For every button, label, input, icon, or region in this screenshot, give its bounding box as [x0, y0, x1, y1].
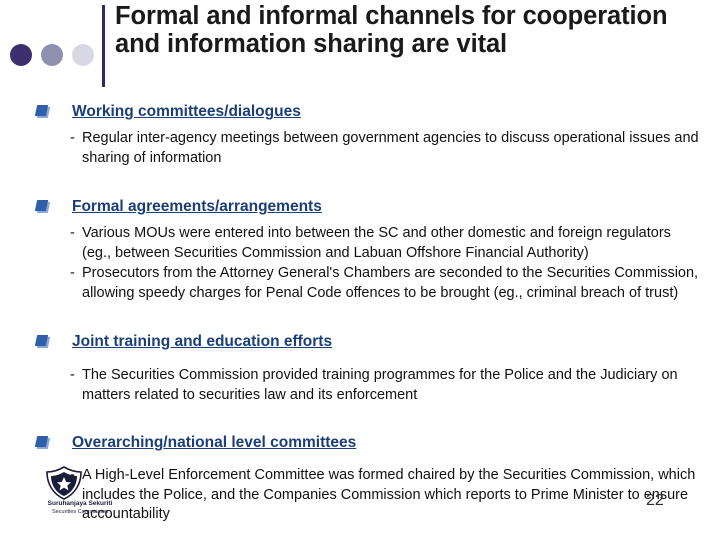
- square-bullet-icon: [34, 436, 51, 449]
- square-bullet-icon: [34, 200, 51, 213]
- circle-icon-mid: [41, 44, 63, 66]
- list-item-text: Regular inter-agency meetings between go…: [82, 130, 699, 166]
- circle-icon-light: [72, 44, 94, 66]
- logo-line-1: Suruhanjaya Sekuriti: [47, 500, 113, 507]
- list-item-text: The Securities Commission provided train…: [82, 367, 678, 403]
- bullet-heading: Working committees/dialogues: [72, 103, 301, 120]
- square-bullet-icon: [34, 105, 51, 118]
- decorative-circles: [10, 44, 94, 66]
- organization-logo: Suruhanjaya Sekuriti Securities Commissi…: [26, 466, 134, 516]
- title-area: Formal and informal channels for coopera…: [0, 0, 720, 96]
- bullet-heading: Overarching/national level committees: [72, 434, 357, 451]
- square-bullet-icon: [34, 335, 51, 348]
- bullet-heading: Joint training and education efforts: [72, 333, 333, 350]
- logo-wordmark: Suruhanjaya Sekuriti Securities Commissi…: [26, 500, 134, 516]
- sub-bullet-list: - Regular inter-agency meetings between …: [0, 129, 720, 168]
- list-item: - Prosecutors from the Attorney General'…: [70, 264, 700, 303]
- bullet-heading-row: Working committees/dialogues: [0, 103, 720, 123]
- logo-line-2: Securities Commission: [52, 509, 108, 515]
- bullet-block: Joint training and education efforts - T…: [0, 333, 720, 405]
- bullet-heading-row: Joint training and education efforts: [0, 333, 720, 353]
- bullet-heading-row: Formal agreements/arrangements: [0, 198, 720, 218]
- page-number: 22: [646, 492, 664, 509]
- title-vertical-rule: [102, 5, 105, 87]
- dash-marker: -: [70, 130, 75, 146]
- list-item: - Various MOUs were entered into between…: [70, 224, 700, 263]
- sub-bullet-list: - Various MOUs were entered into between…: [0, 224, 720, 303]
- sub-bullet-list: - The Securities Commission provided tra…: [0, 366, 720, 405]
- crest-icon: [44, 466, 84, 500]
- bullet-block: Formal agreements/arrangements - Various…: [0, 198, 720, 303]
- bullet-heading: Formal agreements/arrangements: [72, 198, 322, 215]
- list-item-text: A High-Level Enforcement Committee was f…: [82, 467, 696, 522]
- list-item: - Regular inter-agency meetings between …: [70, 129, 700, 168]
- list-item-text: Various MOUs were entered into between t…: [82, 225, 671, 261]
- list-item: - A High-Level Enforcement Committee was…: [70, 466, 700, 525]
- bullet-heading-row: Overarching/national level committees: [0, 434, 720, 454]
- list-item: - The Securities Commission provided tra…: [70, 366, 700, 405]
- dash-marker: -: [70, 367, 75, 383]
- list-item-text: Prosecutors from the Attorney General's …: [82, 265, 699, 301]
- dash-marker: -: [70, 265, 75, 281]
- page-title: Formal and informal channels for coopera…: [115, 2, 668, 58]
- dash-marker: -: [70, 225, 75, 241]
- circle-icon-dark: [10, 44, 32, 66]
- slide-body: Working committees/dialogues - Regular i…: [0, 96, 720, 526]
- bullet-block: Working committees/dialogues - Regular i…: [0, 103, 720, 168]
